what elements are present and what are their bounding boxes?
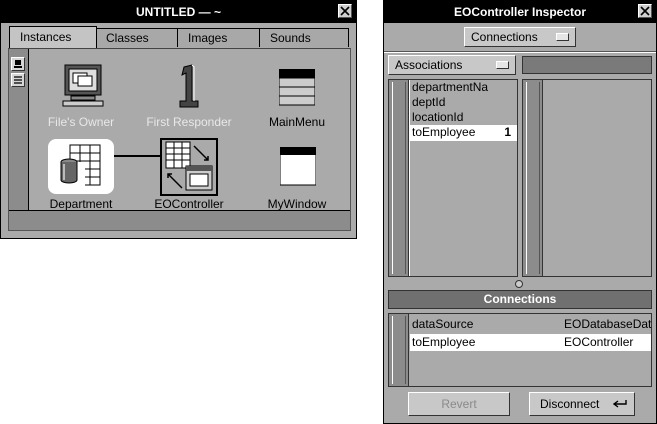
connections-list[interactable]: dataSource EODatabaseDat toEmployee EOCo… (388, 313, 652, 387)
list-item[interactable]: locationId (410, 110, 517, 125)
keys-scrollbar[interactable] (523, 80, 543, 276)
icon-view-button[interactable] (11, 57, 25, 71)
connections-header-label: Connections (483, 292, 557, 306)
attributes-scrollbar[interactable] (389, 80, 409, 276)
inspector-title[interactable]: EOController Inspector (384, 1, 656, 23)
list-item[interactable]: departmentNa (410, 80, 517, 95)
tab-sounds-label: Sounds (270, 31, 311, 45)
popup-indicator-icon (496, 61, 509, 69)
first-responder-label: First Responder (146, 115, 232, 129)
attribute-count: 1 (504, 125, 511, 139)
attributes-empty-area (410, 141, 517, 276)
return-key-icon (612, 400, 627, 408)
associations-popup[interactable]: Associations (388, 55, 516, 75)
files-owner-label: File's Owner (47, 115, 115, 129)
connection-outlet: toEmployee (412, 335, 476, 349)
eocontroller-icon (160, 138, 218, 196)
list-item[interactable]: deptId (410, 95, 517, 110)
attributes-list[interactable]: departmentNa deptId locationId toEmploye… (388, 79, 518, 277)
list-item-selected[interactable]: toEmployee 1 (410, 125, 517, 140)
my-window-label: MyWindow (267, 197, 327, 211)
instances-view: File's Owner First Responder MainMenu De… (8, 48, 351, 231)
icon-cell-eocontroller[interactable]: EOController (144, 138, 234, 211)
disconnect-label: Disconnect (540, 397, 600, 411)
revert-button[interactable]: Revert (408, 392, 510, 416)
revert-label: Revert (441, 397, 477, 411)
keys-list[interactable] (522, 79, 652, 277)
main-menu-icon (279, 69, 315, 106)
list-view-button[interactable] (11, 73, 25, 87)
horizontal-scrollbar[interactable] (9, 210, 350, 230)
icon-cell-main-menu[interactable]: MainMenu (252, 61, 342, 131)
icon-cell-department[interactable]: Department (36, 139, 126, 211)
inspector-mode-popup[interactable]: Connections (464, 27, 576, 47)
attribute-name: locationId (412, 110, 464, 124)
nib-window-title[interactable]: UNTITLED — ~ (1, 1, 356, 23)
attribute-name: departmentNa (412, 80, 489, 94)
disconnect-button[interactable]: Disconnect (529, 392, 635, 416)
department-icon (59, 144, 101, 188)
inspector-window: EOController Inspector Connections Assoc… (383, 0, 657, 424)
connection-target: EODatabaseDat (564, 317, 652, 331)
attribute-name: toEmployee (412, 125, 476, 139)
divider-line (384, 51, 656, 53)
inspector-mode-label: Connections (471, 30, 538, 44)
close-icon[interactable] (638, 4, 652, 18)
connections-scrollbar[interactable] (389, 314, 409, 386)
table-row[interactable]: dataSource EODatabaseDat (410, 316, 651, 332)
icon-cell-first-responder[interactable]: First Responder (144, 61, 234, 131)
icon-cell-files-owner[interactable]: File's Owner (36, 61, 126, 131)
popup-indicator-icon (556, 33, 569, 41)
associations-label: Associations (395, 58, 463, 72)
connections-header: Connections (388, 290, 652, 309)
view-mode-strip (9, 49, 29, 230)
tab-images[interactable]: Images (177, 28, 263, 47)
table-row-selected[interactable]: toEmployee EOController (410, 334, 651, 351)
tab-classes[interactable]: Classes (95, 28, 181, 47)
nib-window: UNTITLED — ~ Instances Classes Images So… (0, 0, 357, 239)
eocontroller-label: EOController (154, 197, 224, 211)
first-responder-icon (179, 64, 199, 108)
tab-bar: Instances Classes Images Sounds (1, 23, 356, 49)
tab-images-label: Images (188, 31, 228, 45)
files-owner-icon (62, 64, 104, 107)
close-icon[interactable] (338, 4, 352, 18)
tab-sounds[interactable]: Sounds (259, 28, 349, 47)
attribute-name: deptId (412, 95, 446, 109)
department-label: Department (49, 197, 113, 211)
connection-target: EOController (564, 335, 634, 349)
tab-classes-label: Classes (106, 31, 149, 45)
icon-cell-my-window[interactable]: MyWindow (252, 139, 342, 211)
window-icon (280, 147, 316, 186)
association-type-field (522, 56, 652, 74)
connection-outlet: dataSource (412, 317, 474, 331)
tab-instances-label: Instances (20, 30, 72, 44)
main-menu-label: MainMenu (268, 115, 326, 129)
tab-instances[interactable]: Instances (9, 26, 97, 48)
split-view-handle[interactable] (515, 280, 523, 288)
